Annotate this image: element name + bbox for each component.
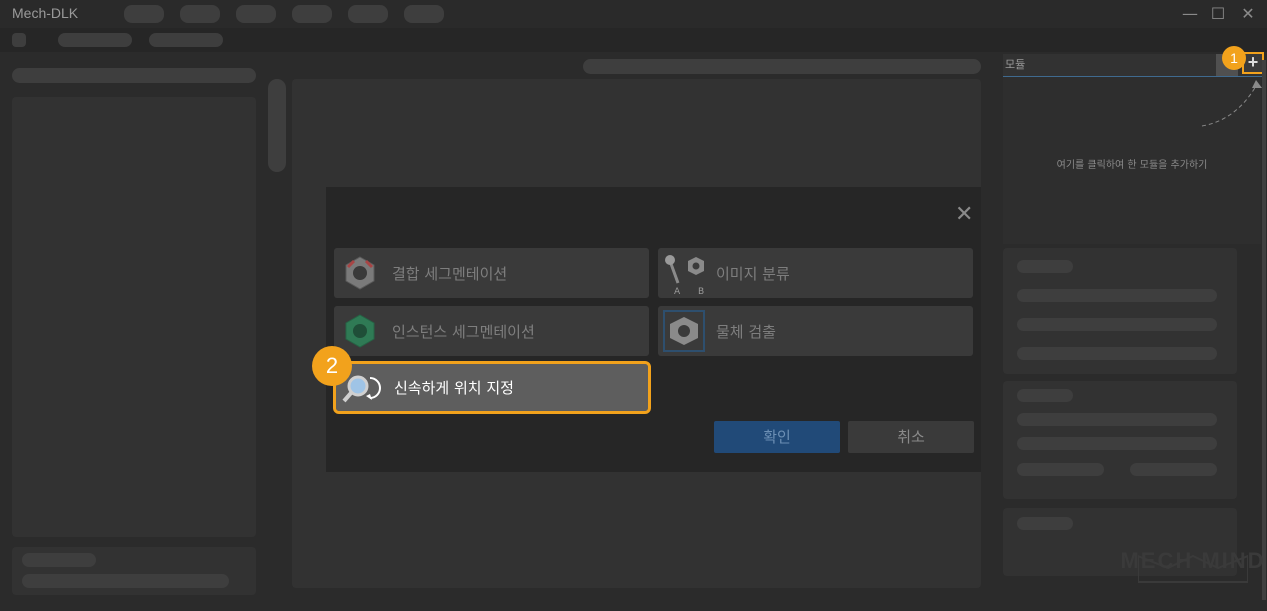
option-object-detection[interactable]: 물체 검출 bbox=[658, 306, 973, 356]
callout-badge-1: 1 bbox=[1222, 46, 1246, 70]
menu-placeholder-3[interactable] bbox=[236, 5, 276, 23]
icon-caption-a: A bbox=[674, 287, 681, 297]
card3-title-placeholder bbox=[1017, 517, 1073, 530]
footer-placeholder-2 bbox=[22, 574, 229, 588]
card2-row-placeholder bbox=[1017, 463, 1104, 476]
module-header-label: 모듈 bbox=[1005, 58, 1026, 71]
menu-placeholder-6[interactable] bbox=[404, 5, 444, 23]
card2-row-placeholder bbox=[1017, 413, 1217, 426]
option-label: 결합 세그멘테이션 bbox=[392, 264, 508, 283]
card2-row-placeholder bbox=[1017, 437, 1217, 450]
viewer-header-placeholder bbox=[583, 59, 981, 74]
left-sidebar-header-placeholder bbox=[12, 68, 256, 83]
card1-title-placeholder bbox=[1017, 260, 1073, 273]
menu-placeholder-5[interactable] bbox=[348, 5, 388, 23]
dialog-close-icon[interactable]: ✕ bbox=[955, 202, 973, 227]
footer-placeholder-1 bbox=[22, 553, 96, 567]
add-module-hint: 여기를 클릭하여 한 모듈을 추가하기 bbox=[1056, 160, 1208, 171]
fused-segmentation-nut-icon bbox=[338, 251, 382, 295]
option-label: 이미지 분류 bbox=[716, 264, 790, 283]
option-label: 인스턴스 세그멘테이션 bbox=[392, 322, 535, 341]
option-instance-segmentation[interactable]: 인스턴스 세그멘테이션 bbox=[334, 306, 649, 356]
cancel-button[interactable]: 취소 bbox=[848, 421, 974, 453]
option-label: 물체 검출 bbox=[716, 322, 776, 341]
card2-title-placeholder bbox=[1017, 389, 1073, 402]
toolbar-icon-placeholder[interactable] bbox=[12, 33, 26, 47]
option-fast-positioning[interactable]: 신속하게 위치 지정 bbox=[333, 361, 651, 414]
hint-arrow-icon bbox=[1201, 80, 1262, 127]
card2-row-placeholder bbox=[1130, 463, 1217, 476]
icon-caption-b: B bbox=[698, 287, 705, 297]
confirm-button[interactable]: 확인 bbox=[714, 421, 840, 453]
toolbar-item-placeholder-2[interactable] bbox=[149, 33, 223, 47]
image-classification-icon: A B bbox=[662, 251, 706, 297]
instance-segmentation-nut-icon bbox=[338, 309, 382, 353]
close-window-button[interactable]: ✕ bbox=[1238, 4, 1258, 24]
option-image-classification[interactable]: A B 이미지 분류 bbox=[658, 248, 973, 298]
option-fused-segmentation[interactable]: 결합 세그멘테이션 bbox=[334, 248, 649, 298]
right-scrollbar[interactable] bbox=[1262, 60, 1266, 600]
app-title: Mech-DLK bbox=[12, 5, 79, 21]
maximize-button[interactable]: ☐ bbox=[1208, 4, 1228, 24]
callout-badge-2: 2 bbox=[312, 346, 352, 386]
toolbar-item-placeholder-1[interactable] bbox=[58, 33, 132, 47]
object-detection-nut-icon bbox=[662, 309, 706, 353]
menu-placeholder-2[interactable] bbox=[180, 5, 220, 23]
option-label: 신속하게 위치 지정 bbox=[394, 379, 514, 397]
scrollbar-thumb[interactable] bbox=[268, 79, 286, 172]
menu-placeholder-1[interactable] bbox=[124, 5, 164, 23]
card1-row-placeholder bbox=[1017, 289, 1217, 302]
left-sidebar-list bbox=[12, 97, 256, 537]
mech-mind-watermark: MECH MIND bbox=[1120, 548, 1266, 573]
menu-placeholder-4[interactable] bbox=[292, 5, 332, 23]
minimize-button[interactable]: — bbox=[1180, 4, 1200, 24]
card1-row-placeholder bbox=[1017, 318, 1217, 331]
card1-row-placeholder bbox=[1017, 347, 1217, 360]
